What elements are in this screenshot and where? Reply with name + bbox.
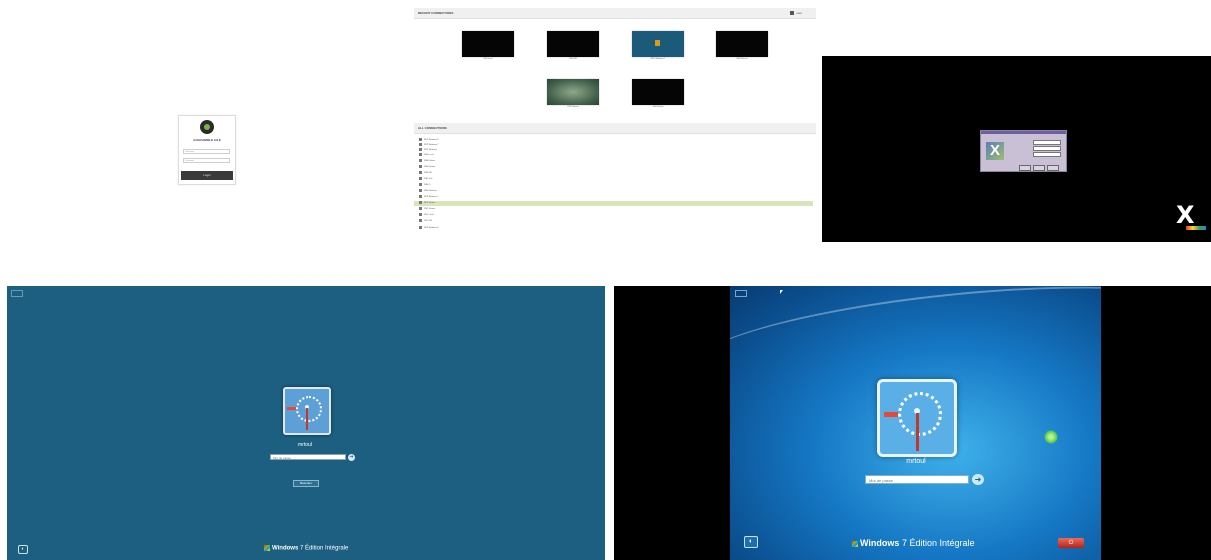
- connection-item[interactable]: SSH Windows: [419, 189, 437, 194]
- windows-brand: Windows 7 Édition Intégrale: [264, 545, 354, 552]
- login-card: GUACAMOLE 0.9.8 Username Password Login: [178, 115, 236, 185]
- brand-main: Windows: [272, 545, 299, 552]
- xdialog-button[interactable]: [1033, 165, 1045, 171]
- recent-thumbnail[interactable]: [547, 31, 599, 57]
- user-avatar[interactable]: [877, 379, 957, 457]
- xdialog-field[interactable]: [1033, 152, 1061, 157]
- power-icon: ⏻: [1068, 540, 1074, 546]
- password-input[interactable]: Mot de passe: [270, 454, 346, 460]
- mouse-cursor-icon: [780, 290, 783, 294]
- x-logo-icon: X: [986, 142, 1004, 160]
- recent-label: RDP Ubuntu: [567, 106, 579, 108]
- windows-logon-teal: mrtoul Mot de passe ➜ Basculer ◐ Windows…: [7, 286, 605, 560]
- connection-item[interactable]: SSH Ubuntu: [419, 165, 435, 170]
- recent-connections-header: RECENT CONNECTIONS: [414, 8, 816, 19]
- xdialog-button[interactable]: [1019, 165, 1031, 171]
- brand-version: 7: [299, 545, 304, 552]
- ease-of-access-icon[interactable]: ◐: [18, 545, 28, 554]
- connection-item[interactable]: SSH Debian: [419, 159, 435, 164]
- windows-flag-icon: [264, 545, 270, 551]
- connection-item[interactable]: SSH Pi: [419, 183, 430, 188]
- connection-item[interactable]: RDP Ubuntu: [419, 201, 435, 206]
- windows-logon-blue: mrtoul Mot de passe ➜ ◐ Windows 7 Éditio…: [614, 286, 1211, 560]
- xdialog-field[interactable]: [1033, 140, 1061, 145]
- connection-item[interactable]: VNC VM: [419, 219, 432, 224]
- ease-of-access-icon[interactable]: ◐: [744, 536, 758, 548]
- flag-icon: [287, 407, 296, 410]
- windows-brand: Windows 7 Édition Intégrale: [852, 538, 975, 548]
- username-input[interactable]: Username: [183, 149, 230, 154]
- user-menu[interactable]: user: [790, 11, 802, 15]
- connection-item[interactable]: RDP Windows 7: [419, 195, 439, 200]
- ferris-wheel-icon: [296, 396, 322, 422]
- connection-item[interactable]: SSH Local: [419, 153, 433, 158]
- connection-item[interactable]: SSH Test: [419, 177, 432, 182]
- ferris-wheel-post: [916, 413, 919, 451]
- ferris-wheel-post: [306, 408, 308, 430]
- xdmcp-login-dialog: X: [980, 130, 1067, 172]
- recent-label: SSH VM: [569, 58, 577, 60]
- login-button[interactable]: Login: [181, 171, 233, 180]
- brand-main: Windows: [860, 538, 900, 548]
- xdialog-button[interactable]: [1047, 165, 1059, 171]
- password-input[interactable]: Password: [183, 158, 230, 163]
- login-title: GUACAMOLE 0.9.8: [193, 138, 221, 142]
- brand-version: 7: [901, 538, 907, 548]
- recent-thumbnail[interactable]: [632, 31, 684, 57]
- connections-home: RECENT CONNECTIONS user SSH Local SSH VM…: [414, 8, 816, 244]
- connection-item[interactable]: SSH VM: [419, 171, 432, 176]
- logon-screen: mrtoul Mot de passe ➜ ◐ Windows 7 Éditio…: [730, 286, 1101, 560]
- x-desktop: X X: [822, 56, 1211, 242]
- username-label: mrtoul: [298, 442, 312, 448]
- power-button[interactable]: ⏻: [1058, 538, 1084, 548]
- session-menu-icon[interactable]: [735, 290, 747, 297]
- username-label: mrtoul: [906, 458, 926, 465]
- recent-thumbnail[interactable]: [632, 79, 684, 105]
- user-avatar[interactable]: [283, 387, 331, 435]
- connection-item[interactable]: VNC Ubuntu: [419, 207, 435, 212]
- session-menu-icon[interactable]: [11, 290, 23, 297]
- connection-item[interactable]: VNC Local: [419, 213, 434, 218]
- brand-edition: Édition Intégrale: [909, 538, 975, 548]
- recent-label: SSH Debian: [652, 106, 664, 108]
- xdialog-field[interactable]: [1033, 146, 1061, 151]
- recent-thumbnail[interactable]: [462, 31, 514, 57]
- switch-user-button[interactable]: Basculer: [293, 480, 319, 487]
- dialog-titlebar[interactable]: [981, 131, 1066, 134]
- guacamole-logo-icon: [200, 120, 214, 134]
- ferris-wheel-icon: [898, 392, 942, 436]
- recent-label: RDP Windows 7: [650, 58, 666, 60]
- recent-label: SSH Local: [483, 58, 493, 60]
- recent-thumbnail[interactable]: [716, 31, 768, 57]
- connection-highlight: [414, 201, 813, 206]
- all-connections-header: ALL CONNECTIONS: [414, 123, 816, 134]
- x-logo-stripe: [1186, 226, 1206, 230]
- recent-thumbnail[interactable]: [547, 79, 599, 105]
- windows-flag-icon: [852, 540, 858, 547]
- leaf-icon: [1044, 430, 1058, 444]
- password-input[interactable]: Mot de passe: [865, 475, 969, 484]
- recent-label: SSH Ubuntu: [736, 58, 748, 60]
- flag-icon: [884, 412, 898, 417]
- brand-edition: Édition Intégrale: [304, 545, 349, 552]
- arrow-right-icon[interactable]: ➜: [972, 474, 984, 485]
- arrow-right-icon[interactable]: ➜: [348, 454, 355, 461]
- x-logo-icon: X: [1176, 201, 1195, 229]
- connection-item[interactable]: RDP Windows 8: [419, 226, 439, 231]
